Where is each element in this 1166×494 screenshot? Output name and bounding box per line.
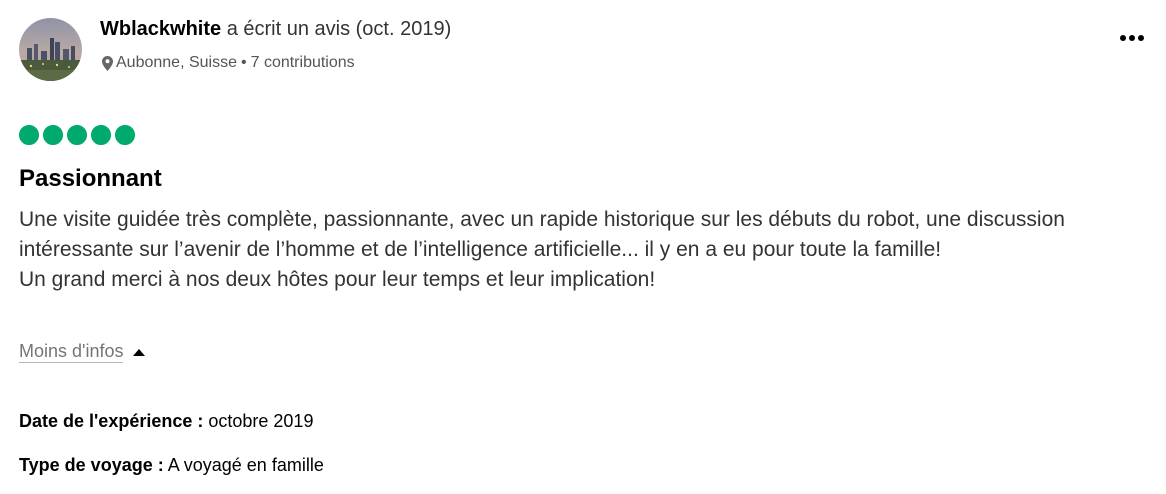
trip-type-value: A voyagé en famille <box>167 455 324 475</box>
reviewer-header: Wblackwhite a écrit un avis (oct. 2019) <box>100 18 451 41</box>
trip-type: Type de voyage : A voyagé en famille <box>19 455 324 476</box>
more-options-icon[interactable] <box>1112 26 1152 50</box>
reviewer-name[interactable]: Wblackwhite <box>100 18 221 40</box>
rating-bubble <box>115 125 135 145</box>
review-paragraph: Un grand merci à nos deux hôtes pour leu… <box>19 268 656 291</box>
caret-up-icon <box>133 348 146 356</box>
rating-bubbles <box>19 125 135 145</box>
meta-separator: • <box>240 54 247 71</box>
reviewer-meta: Aubonne, Suisse • 7 contributions <box>102 54 355 72</box>
experience-date-value: octobre 2019 <box>208 411 314 431</box>
experience-date: Date de l'expérience : octobre 2019 <box>19 411 313 432</box>
review-title: Passionnant <box>19 165 162 192</box>
rating-bubble <box>19 125 39 145</box>
review-body: Une visite guidée très complète, passion… <box>19 205 1159 295</box>
show-less-button[interactable]: Moins d'infos <box>19 340 146 363</box>
more-dot <box>1129 35 1135 41</box>
more-dot <box>1138 35 1144 41</box>
trip-type-label: Type de voyage : <box>19 455 164 475</box>
rating-bubble <box>43 125 63 145</box>
map-pin-icon <box>102 55 113 71</box>
reviewer-contributions: 7 contributions <box>250 54 355 71</box>
reviewer-avatar[interactable] <box>19 18 82 81</box>
show-less-label: Moins d'infos <box>19 341 124 363</box>
reviewer-location: Aubonne, Suisse <box>116 54 237 71</box>
review-paragraph: Une visite guidée très complète, passion… <box>19 208 1065 261</box>
experience-date-label: Date de l'expérience : <box>19 411 204 431</box>
rating-bubble <box>67 125 87 145</box>
review-action-text: a écrit un avis (oct. 2019) <box>226 18 452 40</box>
more-dot <box>1120 35 1126 41</box>
rating-bubble <box>91 125 111 145</box>
